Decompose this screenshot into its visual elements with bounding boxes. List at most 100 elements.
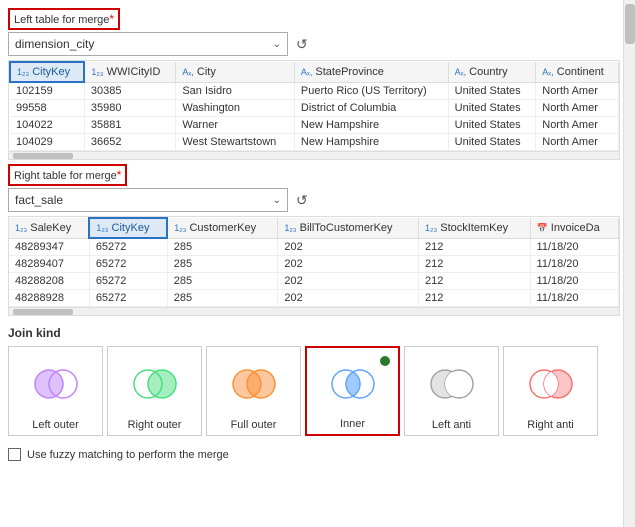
right-table: 1₂₃ SaleKey 1₂₃ CityKey 1₂₃ CustomerKey … (9, 217, 619, 307)
left-table-selected-value: dimension_city (15, 37, 94, 51)
right-table-scrollbar[interactable] (9, 307, 619, 315)
cell: 285 (167, 238, 278, 256)
left-table-dropdown[interactable]: dimension_city ⌄ (8, 32, 288, 56)
cell: Washington (176, 100, 295, 117)
left-col-wwicityid[interactable]: 1₂₃ WWICityID (84, 62, 175, 82)
cell: 35980 (84, 100, 175, 117)
inner-venn (328, 366, 378, 402)
right-col-citykey[interactable]: 1₂₃ CityKey (89, 218, 167, 238)
page-scrollbar[interactable] (623, 0, 635, 527)
full-outer-icon-area (229, 353, 279, 415)
cell: 202 (278, 256, 419, 273)
left-table-header-row: 1₂₃ CityKey 1₂₃ WWICityID Aₓ, City Aₓ, S… (10, 62, 619, 82)
join-option-left-outer[interactable]: Left outer (8, 346, 103, 436)
cell: 212 (419, 238, 531, 256)
cell: 48289407 (9, 256, 89, 273)
stateprovince-icon: Aₓ, (301, 67, 312, 77)
left-col-city[interactable]: Aₓ, City (176, 62, 295, 82)
cell: 202 (278, 290, 419, 307)
cell: North Amer (536, 117, 619, 134)
join-option-right-outer[interactable]: Right outer (107, 346, 202, 436)
left-table-section: Left table for merge* dimension_city ⌄ ↺… (8, 8, 635, 164)
left-table-dropdown-arrow: ⌄ (273, 39, 281, 50)
left-table-scrollbar[interactable] (9, 151, 619, 159)
right-table-label: Right table for merge (14, 170, 117, 182)
fuzzy-label: Use fuzzy matching to perform the merge (27, 449, 229, 461)
cell: 65272 (89, 273, 167, 290)
full-outer-venn (229, 366, 279, 402)
cell: New Hampshire (294, 117, 448, 134)
cell: 104029 (10, 134, 84, 151)
invoiceda-icon: 📅 (537, 223, 548, 233)
left-table: 1₂₃ CityKey 1₂₃ WWICityID Aₓ, City Aₓ, S… (9, 61, 619, 151)
cell: United States (448, 134, 536, 151)
join-option-inner[interactable]: Inner (305, 346, 400, 436)
right-col-invoiceda[interactable]: 📅 InvoiceDa (530, 218, 618, 238)
left-anti-label: Left anti (432, 419, 471, 431)
left-anti-venn (427, 366, 477, 402)
cell: 11/18/20 (530, 290, 618, 307)
right-anti-label: Right anti (527, 419, 573, 431)
cell: New Hampshire (294, 134, 448, 151)
right-col-salekey[interactable]: 1₂₃ SaleKey (9, 218, 89, 238)
right-table-selected-value: fact_sale (15, 193, 63, 207)
cell: 99558 (10, 100, 84, 117)
join-option-left-anti[interactable]: Left anti (404, 346, 499, 436)
cell: 65272 (89, 290, 167, 307)
right-outer-venn (130, 366, 180, 402)
cell: 285 (167, 273, 278, 290)
left-table-body: 10215930385San IsidroPuerto Rico (US Ter… (10, 82, 619, 151)
cell: District of Columbia (294, 100, 448, 117)
right-col-customerkey[interactable]: 1₂₃ CustomerKey (167, 218, 278, 238)
table-row: 482893476527228520221211/18/20 (9, 238, 619, 256)
cell: 30385 (84, 82, 175, 100)
left-col-country[interactable]: Aₓ, Country (448, 62, 536, 82)
cell: 48289347 (9, 238, 89, 256)
cell: North Amer (536, 134, 619, 151)
cell: 36652 (84, 134, 175, 151)
left-table-wrapper: 1₂₃ CityKey 1₂₃ WWICityID Aₓ, City Aₓ, S… (9, 61, 619, 151)
right-table-dropdown-arrow: ⌄ (273, 195, 281, 206)
cell: North Amer (536, 82, 619, 100)
join-kind-label: Join kind (8, 326, 635, 340)
fuzzy-row: Use fuzzy matching to perform the merge (8, 448, 635, 461)
join-option-full-outer[interactable]: Full outer (206, 346, 301, 436)
table-row: 9955835980WashingtonDistrict of Columbia… (10, 100, 619, 117)
wwicityid-icon: 1₂₃ (91, 67, 103, 77)
cell: Puerto Rico (US Territory) (294, 82, 448, 100)
cell: 285 (167, 256, 278, 273)
left-table-refresh-button[interactable]: ↺ (296, 36, 308, 53)
left-col-stateprovince[interactable]: Aₓ, StateProvince (294, 62, 448, 82)
left-table-required: * (109, 12, 114, 26)
right-table-dropdown[interactable]: fact_sale ⌄ (8, 188, 288, 212)
right-col-billtocustomerkey[interactable]: 1₂₃ BillToCustomerKey (278, 218, 419, 238)
inner-icon-area (328, 354, 378, 414)
right-table-refresh-button[interactable]: ↺ (296, 192, 308, 209)
table-row: 482889286527228520221211/18/20 (9, 290, 619, 307)
cell: 48288928 (9, 290, 89, 307)
cell: 212 (419, 290, 531, 307)
left-table-dropdown-row: dimension_city ⌄ ↺ (8, 32, 635, 56)
right-outer-icon-area (130, 353, 180, 415)
fuzzy-checkbox[interactable] (8, 448, 21, 461)
cell: 11/18/20 (530, 238, 618, 256)
right-table-header-row: 1₂₃ SaleKey 1₂₃ CityKey 1₂₃ CustomerKey … (9, 218, 619, 238)
cell: 285 (167, 290, 278, 307)
inner-label: Inner (340, 418, 365, 430)
join-option-right-anti[interactable]: Right anti (503, 346, 598, 436)
cell: 212 (419, 256, 531, 273)
cell: 212 (419, 273, 531, 290)
left-col-citykey[interactable]: 1₂₃ CityKey (10, 62, 84, 82)
cell: 202 (278, 238, 419, 256)
cell: United States (448, 82, 536, 100)
right-table-wrapper: 1₂₃ SaleKey 1₂₃ CityKey 1₂₃ CustomerKey … (9, 217, 619, 307)
cell: West Stewartstown (176, 134, 295, 151)
right-col-stockitemkey[interactable]: 1₂₃ StockItemKey (419, 218, 531, 238)
left-col-continent[interactable]: Aₓ, Continent (536, 62, 619, 82)
table-row: 10402235881WarnerNew HampshireUnited Sta… (10, 117, 619, 134)
main-container: Left table for merge* dimension_city ⌄ ↺… (0, 0, 635, 527)
cell: 11/18/20 (530, 273, 618, 290)
right-anti-venn (526, 366, 576, 402)
citykey-icon: 1₂₃ (17, 67, 29, 77)
cell: 48288208 (9, 273, 89, 290)
